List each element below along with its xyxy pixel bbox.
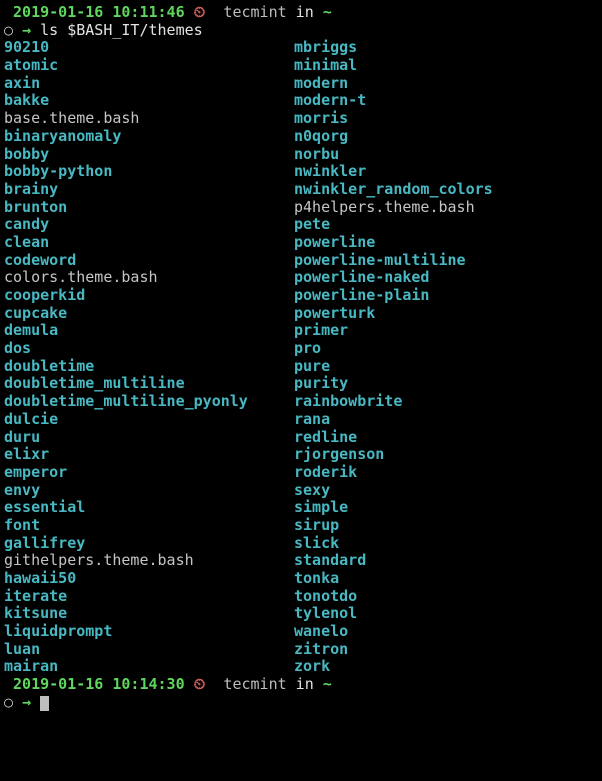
listing-entry: base.theme.bash (4, 110, 294, 128)
in-label: in (296, 3, 314, 21)
listing-entry: minimal (294, 57, 493, 75)
listing-entry: pure (294, 358, 493, 376)
listing-entry: primer (294, 322, 493, 340)
user: tecmint (223, 675, 286, 693)
listing-entry: bakke (4, 92, 294, 110)
listing-entry: tonka (294, 570, 493, 588)
command-text: ls $BASH_IT/themes (40, 21, 203, 39)
listing-entry: axin (4, 75, 294, 93)
listing-entry: nwinkler_random_colors (294, 181, 493, 199)
listing-entry: githelpers.theme.bash (4, 552, 294, 570)
listing-entry: doubletime (4, 358, 294, 376)
arrow-icon: → (22, 693, 31, 711)
listing-entry: essential (4, 499, 294, 517)
listing-entry: duru (4, 429, 294, 447)
circle-icon: ○ (4, 21, 13, 39)
path: ~ (323, 3, 332, 21)
listing-entry: codeword (4, 252, 294, 270)
path: ~ (323, 675, 332, 693)
in-label: in (296, 675, 314, 693)
listing-entry: sirup (294, 517, 493, 535)
listing-entry: slick (294, 535, 493, 553)
listing-entry: n0qorg (294, 128, 493, 146)
clock-icon: ⏲ (194, 675, 206, 693)
listing-entry: liquidprompt (4, 623, 294, 641)
listing-entry: luan (4, 641, 294, 659)
listing-entry: elixr (4, 446, 294, 464)
listing-entry: powerturk (294, 305, 493, 323)
prompt2-line-1: 2019-01-16 10:14:30 ⏲ tecmint in ~ (4, 676, 598, 694)
listing-entry: norbu (294, 146, 493, 164)
listing-entry: rainbowbrite (294, 393, 493, 411)
listing-entry: purity (294, 375, 493, 393)
listing-entry: zitron (294, 641, 493, 659)
listing-entry: mbriggs (294, 39, 493, 57)
listing-entry: candy (4, 216, 294, 234)
listing-entry: mairan (4, 658, 294, 676)
listing-entry: envy (4, 482, 294, 500)
listing-entry: powerline-multiline (294, 252, 493, 270)
prompt2-line-2[interactable]: ○ → (4, 694, 598, 712)
listing-entry: iterate (4, 588, 294, 606)
listing-entry: dos (4, 340, 294, 358)
listing-entry: standard (294, 552, 493, 570)
listing-entry: binaryanomaly (4, 128, 294, 146)
listing-entry: simple (294, 499, 493, 517)
listing-entry: cooperkid (4, 287, 294, 305)
listing-entry: redline (294, 429, 493, 447)
cursor (40, 696, 49, 711)
listing-entry: kitsune (4, 605, 294, 623)
listing-entry: rjorgenson (294, 446, 493, 464)
listing-entry: brunton (4, 199, 294, 217)
listing-entry: powerline (294, 234, 493, 252)
prompt-line-1: 2019-01-16 10:11:46 ⏲ tecmint in ~ (4, 4, 598, 22)
listing-entry: rana (294, 411, 493, 429)
listing-entry: hawaii50 (4, 570, 294, 588)
listing-entry: demula (4, 322, 294, 340)
listing-entry: nwinkler (294, 163, 493, 181)
timestamp: 2019-01-16 10:11:46 (13, 3, 185, 21)
listing-entry: p4helpers.theme.bash (294, 199, 493, 217)
listing-entry: bobby (4, 146, 294, 164)
user: tecmint (223, 3, 286, 21)
listing-entry: bobby-python (4, 163, 294, 181)
listing-entry: modern (294, 75, 493, 93)
listing-entry: roderik (294, 464, 493, 482)
listing-column-2: mbriggsminimalmodernmodern-tmorrisn0qorg… (294, 39, 493, 676)
listing-entry: pete (294, 216, 493, 234)
listing-entry: morris (294, 110, 493, 128)
listing-entry: cupcake (4, 305, 294, 323)
listing-entry: gallifrey (4, 535, 294, 553)
listing-entry: emperor (4, 464, 294, 482)
listing-entry: powerline-naked (294, 269, 493, 287)
listing-entry: tylenol (294, 605, 493, 623)
timestamp: 2019-01-16 10:14:30 (13, 675, 185, 693)
listing-entry: dulcie (4, 411, 294, 429)
listing-entry: powerline-plain (294, 287, 493, 305)
arrow-icon: → (22, 21, 31, 39)
listing-entry: pro (294, 340, 493, 358)
listing-entry: clean (4, 234, 294, 252)
listing-entry: doubletime_multiline_pyonly (4, 393, 294, 411)
clock-icon: ⏲ (194, 3, 206, 21)
listing-entry: modern-t (294, 92, 493, 110)
listing-entry: doubletime_multiline (4, 375, 294, 393)
listing-entry: atomic (4, 57, 294, 75)
prompt-line-2[interactable]: ○ → ls $BASH_IT/themes (4, 22, 598, 40)
listing-entry: 90210 (4, 39, 294, 57)
listing-entry: font (4, 517, 294, 535)
ls-output: 90210atomicaxinbakkebase.theme.bashbinar… (4, 39, 598, 676)
listing-column-1: 90210atomicaxinbakkebase.theme.bashbinar… (4, 39, 294, 676)
listing-entry: wanelo (294, 623, 493, 641)
listing-entry: colors.theme.bash (4, 269, 294, 287)
listing-entry: brainy (4, 181, 294, 199)
circle-icon: ○ (4, 693, 13, 711)
listing-entry: zork (294, 658, 493, 676)
listing-entry: sexy (294, 482, 493, 500)
listing-entry: tonotdo (294, 588, 493, 606)
